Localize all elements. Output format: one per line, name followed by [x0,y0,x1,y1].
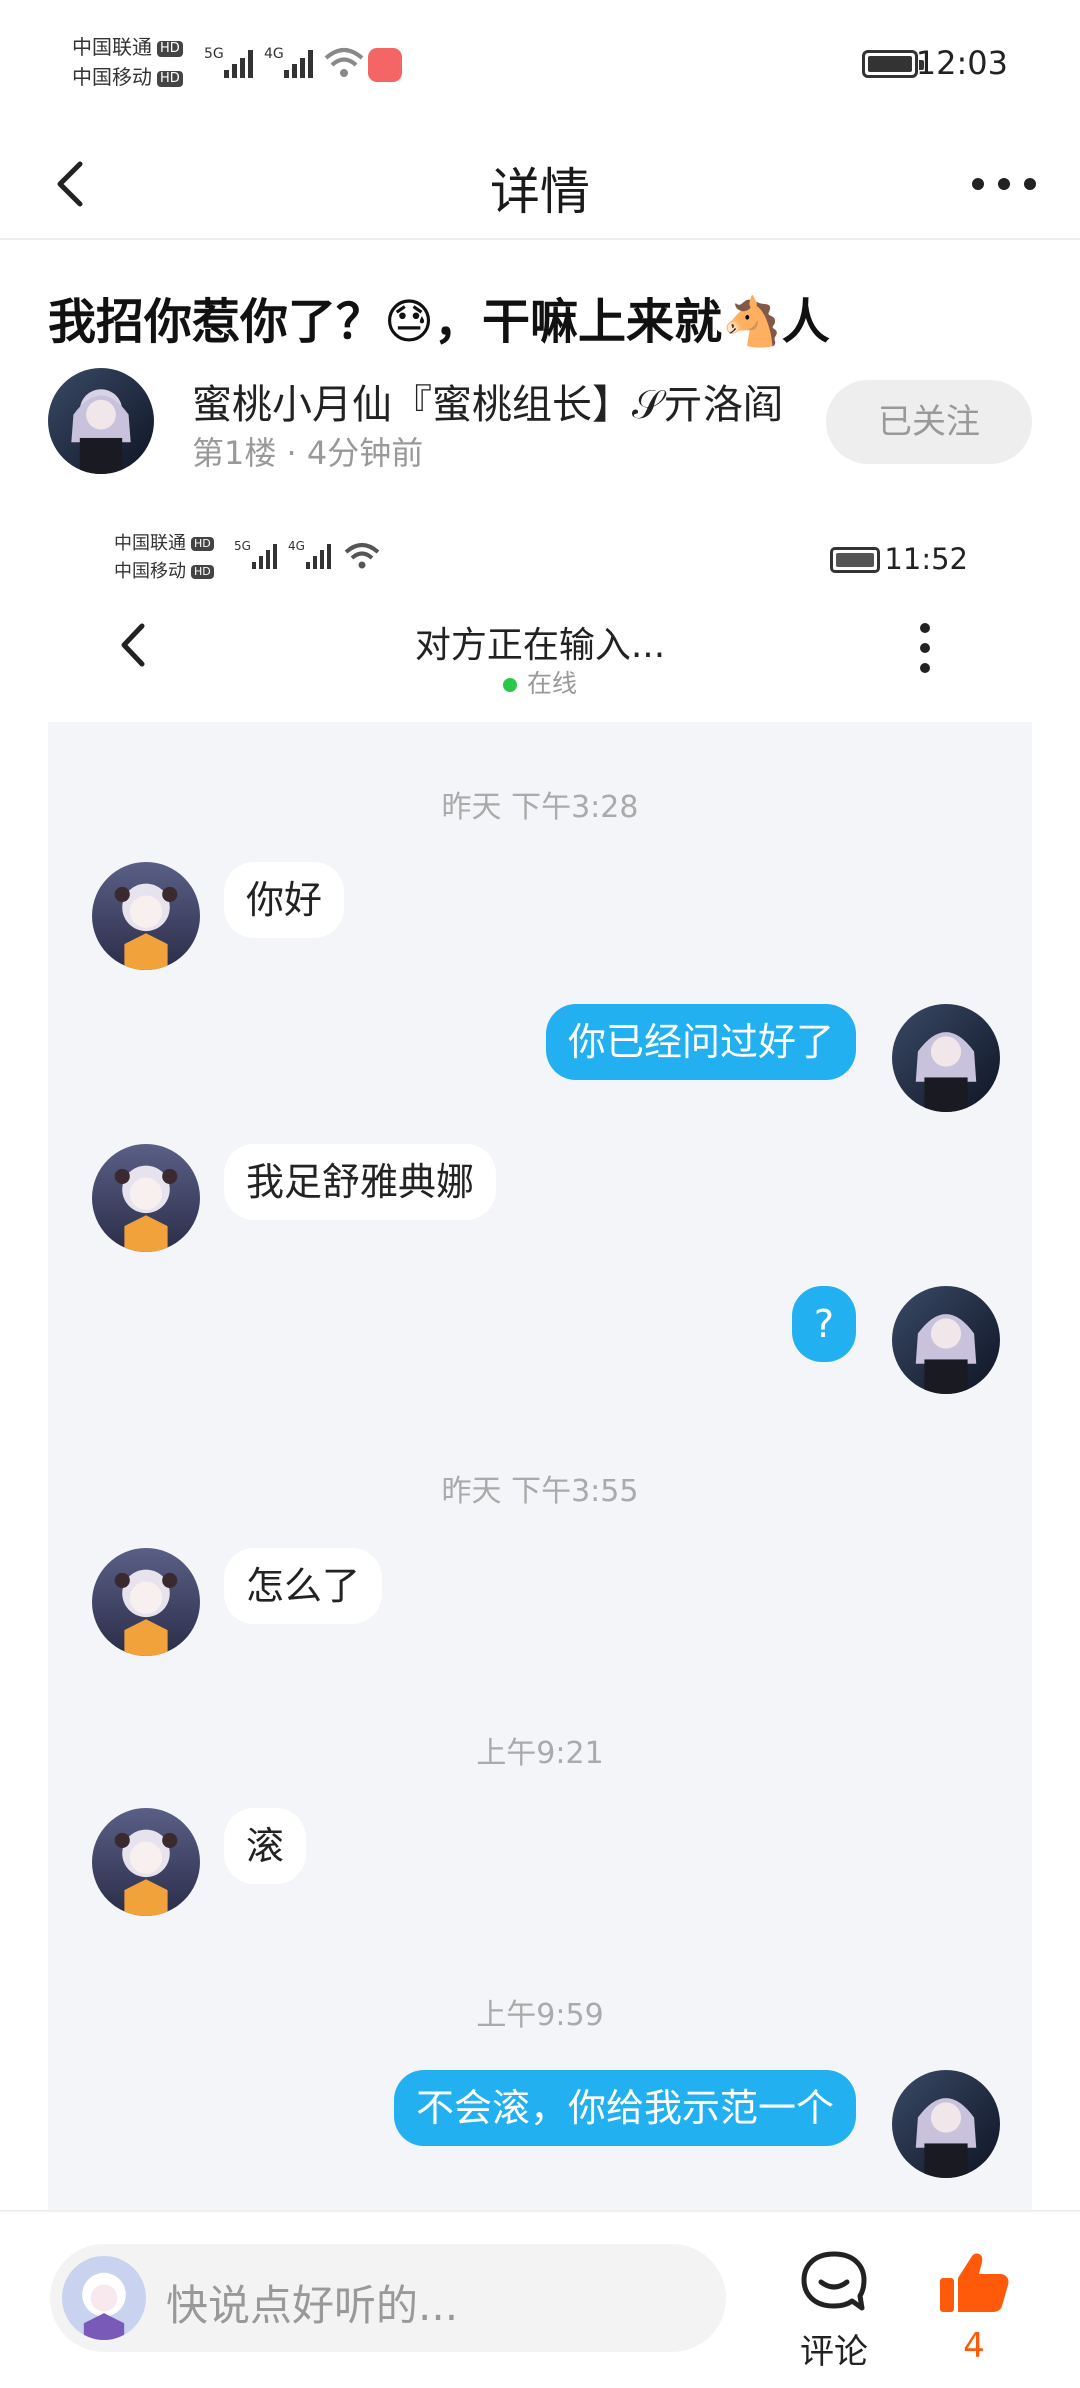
top-nav: 详情 [0,128,1080,240]
like-count: 4 [963,2326,985,2366]
status-bar: 中国联通 HD 中国移动 HD 5G 4G 12:03 [0,0,1080,128]
contact-avatar [92,1548,200,1656]
comment-icon [801,2251,867,2311]
chat-area: 昨天 下午3:28 你好 你已经问过好了 我足舒雅典娜 ? 昨天 下午3:55 … [48,722,1032,2210]
embedded-status-time: 11:52 [884,542,968,576]
wifi-icon [324,48,364,77]
battery-icon [862,50,924,78]
carrier-info: 中国联通 HD 中国移动 HD [72,32,183,92]
message-bubble-outgoing: 你已经问过好了 [545,1004,856,1080]
more-vertical-icon [920,623,930,673]
battery-icon [830,547,880,573]
author-avatar[interactable] [48,368,154,474]
message-bubble-outgoing: 不会滚，你给我示范一个 [393,2070,856,2146]
message-bubble-incoming: 怎么了 [224,1548,383,1624]
carrier-2: 中国移动 [114,561,186,582]
net-4g-label: 4G [264,46,284,62]
comment-placeholder: 快说点好听的... [166,2281,459,2330]
carrier-1: 中国联通 [114,533,186,554]
bottom-bar: 快说点好听的... 评论 4 [0,2210,1080,2388]
more-icon[interactable] [964,156,1044,212]
comment-input[interactable]: 快说点好听的... [50,2244,726,2352]
embedded-carrier-info: 中国联通 HD 中国移动 HD [114,530,214,586]
timestamp: 上午9:59 [476,1998,604,2033]
my-avatar [892,2070,1000,2178]
page-title: 详情 [490,163,590,221]
follow-button[interactable]: 已关注 [826,380,1032,464]
timestamp: 昨天 下午3:28 [441,790,639,825]
online-dot-icon [502,678,517,692]
signal-5g-icon: 5G [234,539,277,569]
embedded-status-bar: 中国联通 HD 中国移动 HD 5G 4G 11:52 [0,520,1080,590]
user-avatar [62,2256,146,2340]
signal-4g-icon: 4G [264,46,313,78]
shopping-app-icon [368,48,402,82]
my-avatar [892,1004,1000,1112]
thumbs-up-icon [940,2253,1009,2312]
contact-avatar [92,862,200,970]
hd-badge: HD [191,537,214,551]
contact-avatar [92,1144,200,1252]
comment-label: 评论 [800,2332,868,2372]
message-bubble-outgoing: ? [791,1286,856,1362]
my-avatar [892,1286,1000,1394]
wifi-icon [344,543,380,569]
carrier-1: 中国联通 [72,35,152,59]
hd-badge: HD [191,565,214,579]
carrier-2: 中国移动 [72,65,152,89]
online-status-text: 在线 [526,669,577,698]
comment-button[interactable]: 评论 [786,2248,882,2372]
hd-badge: HD [157,70,183,87]
chat-header: 对方正在输入... 在线 [0,590,1080,720]
author-name[interactable]: 蜜桃小月仙『蜜桃组长】𝒮亓洛阎 [192,372,783,430]
net-5g-label: 5G [204,46,224,62]
like-button[interactable]: 4 [934,2248,1014,2368]
message-bubble-incoming: 我足舒雅典娜 [224,1144,497,1220]
message-bubble-incoming: 你好 [224,862,345,938]
timestamp: 昨天 下午3:55 [441,1474,639,1509]
signal-5g-icon: 5G [204,46,253,78]
status-time: 12:03 [915,44,1008,82]
signal-4g-icon: 4G [288,539,331,569]
hd-badge: HD [157,40,183,57]
post-title: 我招你惹你了？😓，干嘛上来就🐴人 [48,294,830,350]
post-meta: 第1楼 · 4分钟前 [192,434,424,472]
contact-avatar [92,1808,200,1916]
net-5g-label: 5G [234,539,251,553]
timestamp: 上午9:21 [476,1736,604,1771]
net-4g-label: 4G [288,539,305,553]
message-bubble-incoming: 滚 [224,1808,307,1884]
